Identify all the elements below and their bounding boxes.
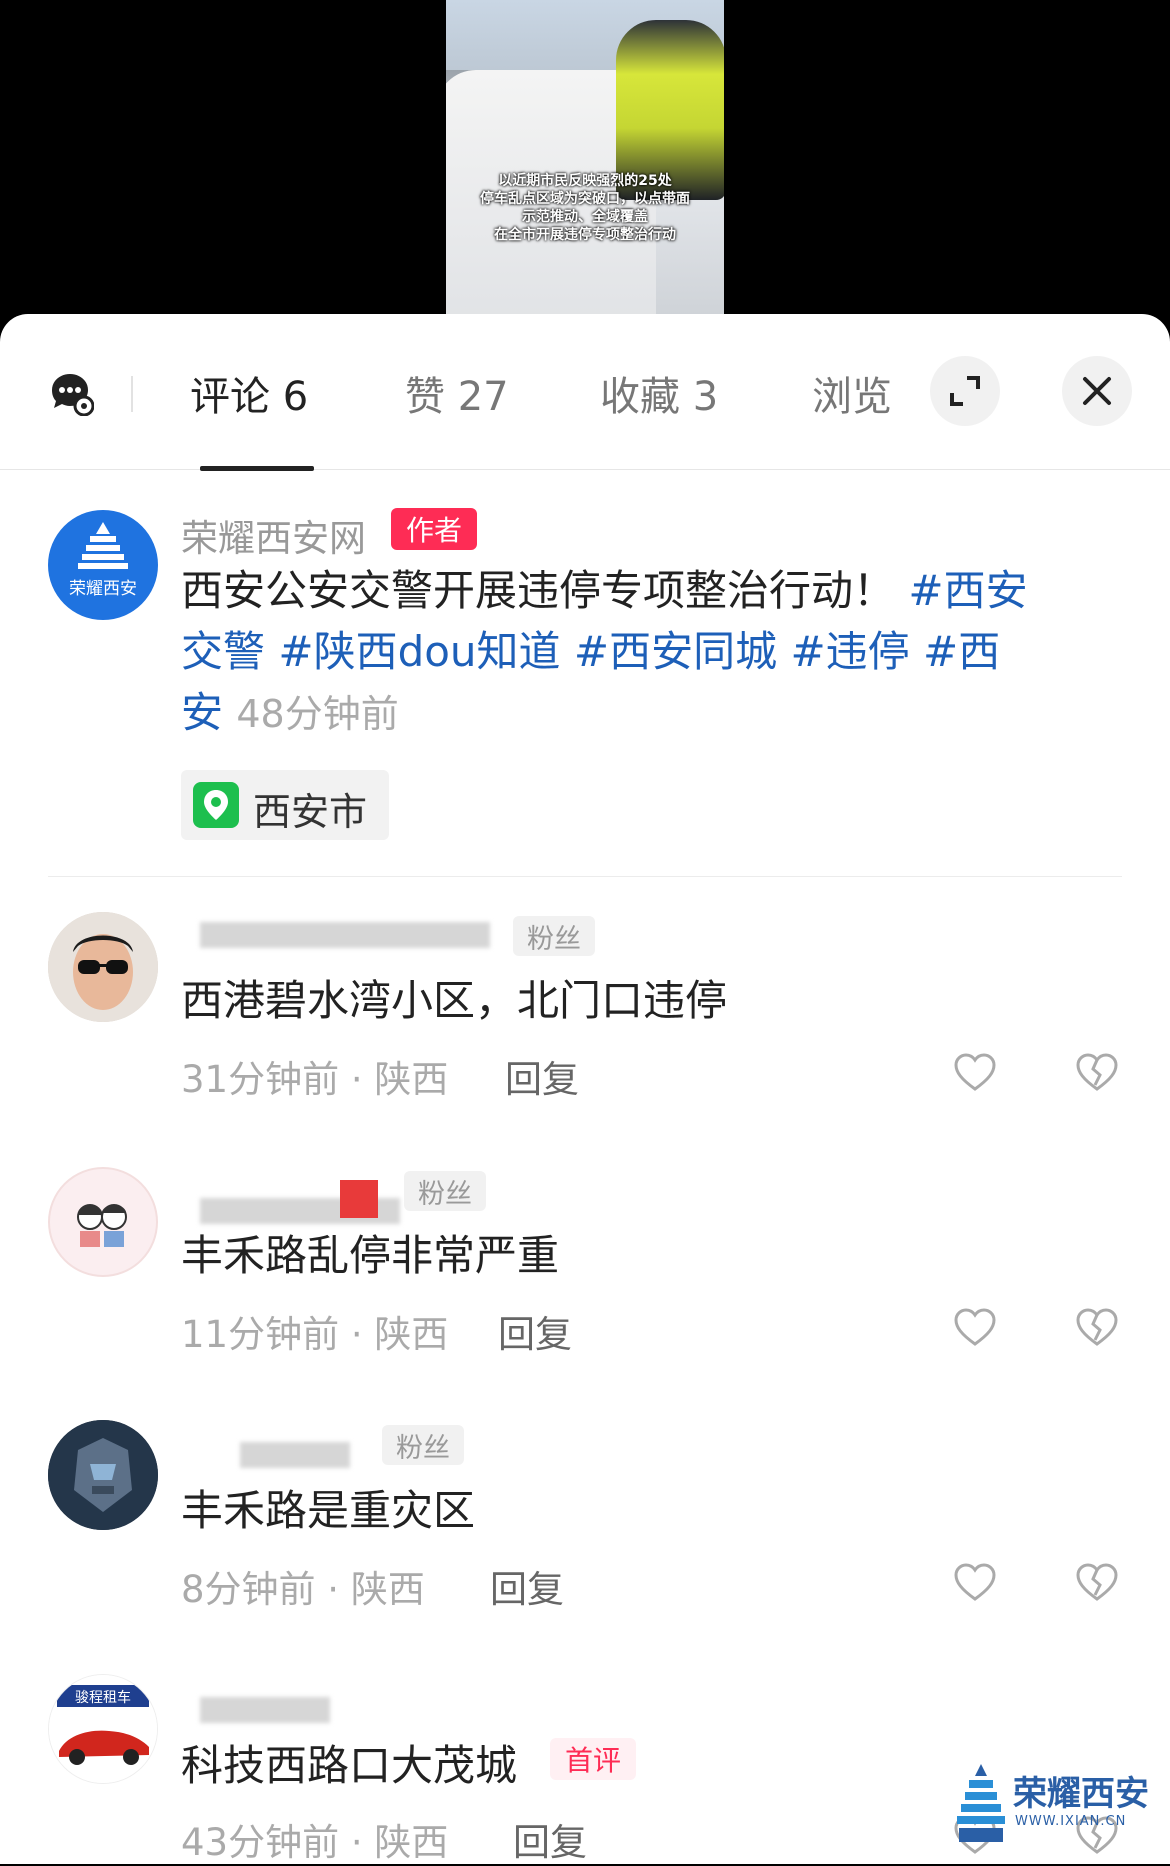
reply-button[interactable]: 回复 — [498, 1304, 572, 1358]
close-button[interactable] — [1062, 356, 1132, 426]
watermark-url: WWW.IXIAN.CN — [1015, 1814, 1127, 1829]
avatar-logo-text: 荣耀西安 — [69, 579, 137, 599]
tab-views[interactable]: 浏览 — [812, 364, 892, 422]
avatar-logo-text: 骏程租车 — [75, 1689, 131, 1706]
heart-icon[interactable] — [953, 1051, 997, 1095]
location-label: 西安市 — [253, 790, 368, 834]
pagoda-logo-icon: 荣耀西安 — [69, 522, 137, 599]
comment-meta: 43分钟前 · 陕西 — [181, 1821, 449, 1864]
comment-meta: 11分钟前 · 陕西 — [181, 1313, 449, 1356]
hashtag[interactable]: #陕西dou知道 — [278, 627, 560, 676]
comment-text: 丰禾路乱停非常严重 — [181, 1231, 560, 1280]
caption-line: 在全市开展违停专项整治行动 — [494, 227, 676, 243]
location-pin-icon — [193, 782, 239, 828]
caption-line: 示范推动、全域覆盖 — [522, 209, 648, 225]
reply-button[interactable]: 回复 — [505, 1049, 579, 1103]
video-player[interactable]: 以近期市民反映强烈的25处 停车乱点区域为突破口，以点带面 示范推动、全域覆盖 … — [0, 0, 1170, 330]
video-thumbnail[interactable]: 以近期市民反映强烈的25处 停车乱点区域为突破口，以点带面 示范推动、全域覆盖 … — [446, 0, 724, 315]
author-avatar[interactable]: 荣耀西安 — [48, 510, 158, 620]
comment-text: 科技西路口大茂城 — [181, 1741, 518, 1790]
broken-heart-icon[interactable] — [1075, 1306, 1119, 1350]
author-name[interactable]: 荣耀西安网 — [181, 508, 366, 562]
first-comment-badge: 首评 — [550, 1738, 636, 1780]
comment-avatar[interactable]: 骏程租车 — [48, 1674, 158, 1784]
comment-meta: 8分钟前 · 陕西 — [181, 1568, 425, 1611]
site-watermark: 荣耀西安 WWW.IXIAN.CN — [955, 1762, 1155, 1852]
tab-favorites[interactable]: 收藏 3 — [600, 364, 718, 422]
expand-button[interactable] — [930, 356, 1000, 426]
fan-badge: 粉丝 — [513, 916, 595, 956]
comment-meta: 31分钟前 · 陕西 — [181, 1058, 449, 1101]
expand-icon — [950, 376, 980, 406]
tab-likes[interactable]: 赞 27 — [405, 364, 509, 422]
caption-line: 停车乱点区域为突破口，以点带面 — [480, 191, 690, 207]
caption-line: 以近期市民反映强烈的25处 — [498, 173, 672, 189]
redacted-block — [340, 1180, 378, 1218]
location-tag[interactable]: 西安市 — [181, 770, 389, 840]
comment-text: 西港碧水湾小区，北门口违停 — [181, 976, 728, 1025]
broken-heart-icon[interactable] — [1075, 1561, 1119, 1605]
comment-avatar[interactable] — [48, 912, 158, 1022]
reply-button[interactable]: 回复 — [490, 1559, 564, 1613]
pagoda-watermark-icon — [957, 1764, 1005, 1842]
comment-avatar[interactable] — [48, 1420, 158, 1530]
redacted-username — [200, 922, 490, 948]
reply-button[interactable]: 回复 — [513, 1812, 587, 1866]
author-badge: 作者 — [391, 508, 477, 550]
tab-comments[interactable]: 评论 6 — [190, 364, 308, 422]
chat-settings-icon[interactable] — [48, 370, 94, 416]
redacted-username — [200, 1697, 330, 1723]
heart-icon[interactable] — [953, 1561, 997, 1605]
heart-icon[interactable] — [953, 1306, 997, 1350]
post-time: 48分钟前 — [236, 692, 399, 736]
post-body: 西安公安交警开展违停专项整治行动！ — [181, 566, 896, 615]
comment-text: 丰禾路是重灾区 — [181, 1486, 476, 1535]
tab-divider — [131, 376, 133, 412]
divider — [48, 876, 1122, 877]
watermark-text: 荣耀西安 — [1013, 1774, 1149, 1814]
sports-car-icon: 骏程租车 — [49, 1675, 157, 1783]
close-icon — [1083, 377, 1111, 405]
fan-badge: 粉丝 — [382, 1425, 464, 1465]
hashtag[interactable]: #违停 — [790, 627, 909, 676]
video-caption: 以近期市民反映强烈的25处 停车乱点区域为突破口，以点带面 示范推动、全域覆盖 … — [452, 172, 718, 244]
comment-avatar[interactable] — [48, 1167, 158, 1277]
robot-avatar-icon — [48, 1420, 158, 1530]
user-photo-icon — [48, 912, 158, 1022]
fan-badge: 粉丝 — [404, 1171, 486, 1211]
post-text: 西安公安交警开展违停专项整治行动！ #西安交警 #陕西dou知道 #西安同城 #… — [181, 560, 1031, 745]
hashtag[interactable]: #西安同城 — [574, 627, 777, 676]
tab-bar: 评论 6 赞 27 收藏 3 浏览 — [0, 314, 1170, 471]
cartoon-couple-icon — [77, 1204, 127, 1247]
broken-heart-icon[interactable] — [1075, 1051, 1119, 1095]
active-tab-indicator — [200, 466, 314, 471]
redacted-username — [240, 1442, 350, 1468]
